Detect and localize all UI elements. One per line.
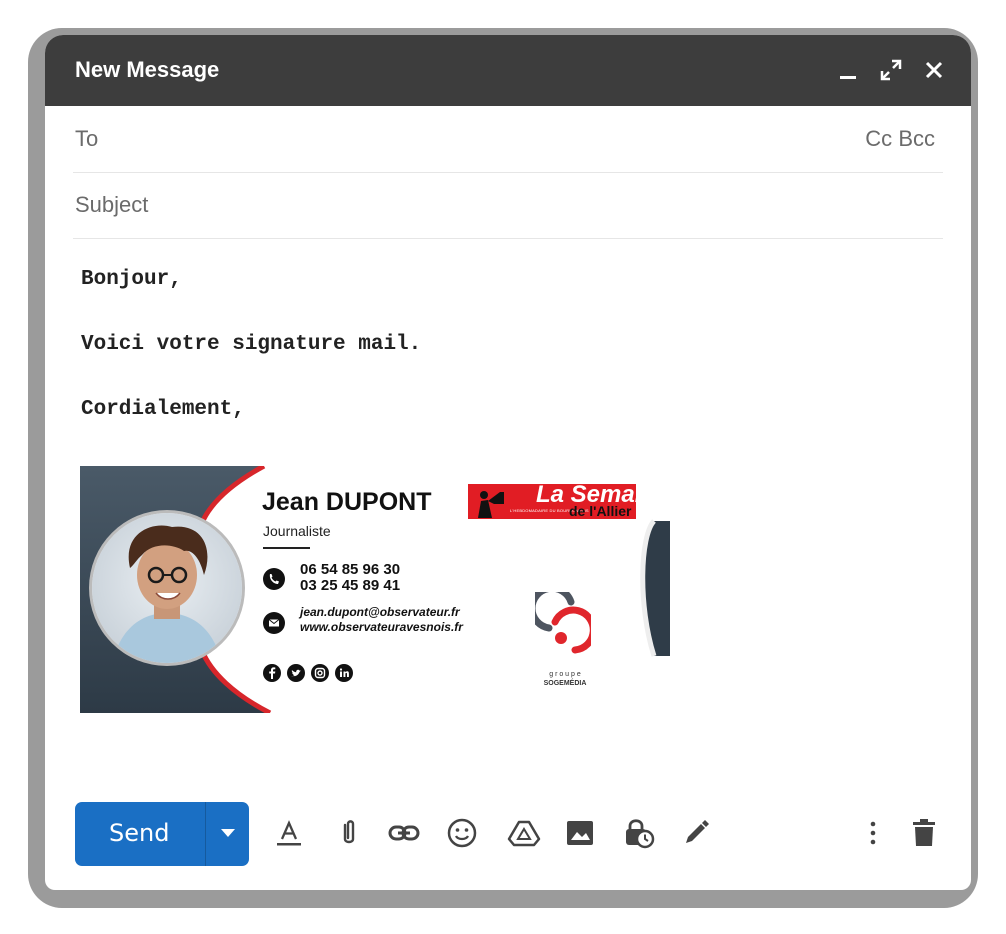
twitter-icon[interactable]	[287, 664, 305, 682]
send-label: Send	[109, 819, 170, 847]
signature-email[interactable]: jean.dupont@observateur.fr	[300, 605, 460, 619]
signature-divider	[263, 547, 310, 549]
send-divider	[205, 802, 206, 866]
send-button[interactable]: Send	[75, 802, 249, 866]
body-line-greeting[interactable]: Bonjour,	[81, 268, 182, 291]
body-line-message[interactable]: Voici votre signature mail.	[81, 333, 421, 356]
image-icon[interactable]	[562, 815, 598, 851]
text-format-icon[interactable]	[271, 815, 307, 851]
cc-bcc-links: Cc Bcc	[865, 126, 935, 152]
instagram-icon[interactable]	[311, 664, 329, 682]
linkedin-icon[interactable]	[335, 664, 353, 682]
group-label: g r o u p e	[549, 671, 581, 678]
trash-icon[interactable]	[906, 815, 942, 851]
compose-window: New Message To Cc Bcc Subject Bonjour, V…	[45, 35, 971, 890]
mail-icon	[263, 612, 285, 639]
signature-website[interactable]: www.observateuravesnois.fr	[300, 620, 463, 634]
window-title: New Message	[75, 57, 220, 82]
minimize-icon[interactable]	[835, 57, 861, 83]
signature-name: Jean DUPONT	[262, 488, 432, 516]
body-line-closing[interactable]: Cordialement,	[81, 398, 245, 421]
emoji-icon[interactable]	[444, 815, 480, 851]
cc-link[interactable]: Cc	[865, 126, 892, 151]
subject-label: Subject	[75, 192, 149, 217]
email-signature: Jean DUPONT Journaliste 06 54 85 96 30 0…	[80, 466, 670, 713]
subject-field[interactable]: Subject	[73, 172, 943, 239]
title-bar: New Message	[45, 35, 971, 106]
more-options-icon[interactable]	[855, 815, 891, 851]
group-logo	[528, 584, 597, 672]
newspaper-logo: La Semaine L'HEBDOMADAIRE DU BOURBONNAIS…	[468, 484, 636, 519]
bcc-link[interactable]: Bcc	[898, 126, 935, 151]
send-options-chevron-icon[interactable]	[221, 829, 235, 837]
signature-pen-icon[interactable]	[678, 815, 714, 851]
group-name: SOGEMÉDIA	[543, 680, 587, 687]
crier-figure-icon	[478, 491, 504, 518]
facebook-icon[interactable]	[263, 664, 281, 682]
attach-icon[interactable]	[331, 815, 367, 851]
logo-bottom-text: de l'Allier	[569, 503, 632, 519]
signature-phone-1: 06 54 85 96 30	[300, 561, 401, 578]
link-icon[interactable]	[386, 815, 422, 851]
avatar	[92, 513, 242, 663]
signature-role: Journaliste	[263, 523, 331, 539]
confidential-icon[interactable]	[620, 815, 656, 851]
to-label: To	[75, 126, 99, 151]
close-icon[interactable]	[921, 57, 947, 83]
signature-phone-2: 03 25 45 89 41	[300, 577, 401, 594]
drive-icon[interactable]	[506, 815, 542, 851]
expand-icon[interactable]	[878, 57, 904, 83]
to-field[interactable]: To Cc Bcc	[73, 106, 943, 173]
phone-icon	[263, 568, 285, 595]
